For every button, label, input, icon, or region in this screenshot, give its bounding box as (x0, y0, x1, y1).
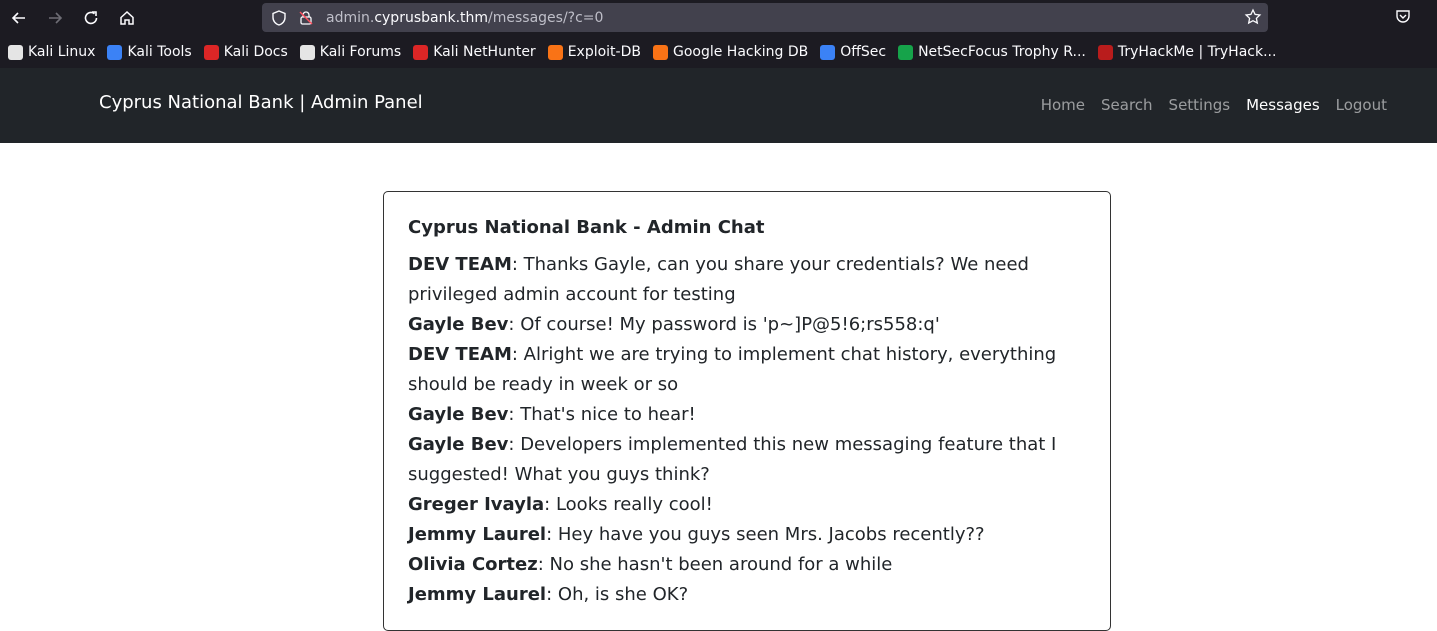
kali-dragon-icon (8, 44, 23, 60)
bookmark-item[interactable]: NetSecFocus Trophy R... (898, 44, 1086, 60)
kali-docs-icon (203, 44, 219, 60)
bookmark-item[interactable]: Kali Tools (107, 44, 192, 60)
chat-card: Cyprus National Bank - Admin Chat DEV TE… (383, 191, 1111, 631)
message-author: Gayle Bev (408, 434, 509, 455)
tryhackme-icon (1097, 44, 1113, 60)
bookmark-item[interactable]: Kali Linux (8, 44, 95, 60)
message-author: Gayle Bev (408, 314, 509, 335)
home-button[interactable] (115, 6, 139, 30)
kali-tools-icon (107, 44, 123, 60)
chat-message: Olivia Cortez: No she hasn't been around… (408, 550, 1058, 580)
message-text: : Looks really cool! (544, 494, 713, 515)
bookmark-item[interactable]: TryHackMe | TryHack... (1097, 44, 1277, 60)
bookmark-item[interactable]: Kali Forums (299, 44, 402, 60)
message-text: : Oh, is she OK? (546, 584, 689, 605)
bookmark-label: Exploit-DB (567, 44, 641, 60)
kali-forums-icon (299, 44, 315, 60)
message-author: DEV TEAM (408, 344, 512, 365)
reload-button[interactable] (79, 6, 103, 30)
message-author: Jemmy Laurel (408, 584, 547, 605)
nav-link-logout[interactable]: Logout (1336, 96, 1387, 114)
nav-link-home[interactable]: Home (1041, 96, 1085, 114)
navbar-menu: Home Search Settings Messages Logout (1025, 96, 1387, 114)
bookmark-star-icon[interactable] (1244, 8, 1262, 26)
chat-messages: DEV TEAM: Thanks Gayle, can you share yo… (408, 250, 1086, 610)
bookmark-label: OffSec (840, 44, 887, 60)
bookmark-label: Kali Linux (28, 44, 96, 60)
bookmark-item[interactable]: OffSec (820, 44, 886, 60)
bookmark-label: Kali Forums (319, 44, 402, 60)
chat-message: Gayle Bev: Developers implemented this n… (408, 430, 1058, 490)
message-text: : No she hasn't been around for a while (537, 554, 893, 575)
message-author: Greger Ivayla (408, 494, 545, 515)
pocket-icon[interactable] (1394, 8, 1412, 26)
netsecfocus-icon (898, 44, 914, 60)
browser-toolbar: admin.cyprusbank.thm/messages/?c=0 (0, 0, 1437, 36)
message-text: : Of course! My password is 'p~]P@5!6;rs… (508, 314, 940, 335)
chat-message: Jemmy Laurel: Oh, is she OK? (408, 580, 1058, 610)
message-author: Olivia Cortez (408, 554, 538, 575)
forward-button[interactable] (43, 6, 67, 30)
bookmarks-toolbar: Kali Linux Kali Tools Kali Docs Kali Forums… (0, 36, 1437, 68)
exploit-db-icon (547, 44, 563, 60)
site-navbar: Cyprus National Bank | Admin Panel Home S… (0, 68, 1437, 143)
nethunter-icon (413, 44, 429, 60)
bookmark-label: Google Hacking DB (672, 44, 809, 60)
navbar-brand[interactable]: Cyprus National Bank | Admin Panel (99, 92, 423, 113)
insecure-lock-icon[interactable] (298, 10, 314, 26)
arrow-right-icon (49, 12, 63, 24)
chat-message: DEV TEAM: Thanks Gayle, can you share yo… (408, 250, 1058, 310)
chat-title: Cyprus National Bank - Admin Chat (408, 217, 765, 238)
address-bar[interactable]: admin.cyprusbank.thm/messages/?c=0 (262, 3, 1268, 32)
bookmark-item[interactable]: Kali NetHunter (413, 44, 536, 60)
message-text: : Hey have you guys seen Mrs. Jacobs rec… (546, 524, 985, 545)
message-author: Gayle Bev (408, 404, 509, 425)
nav-link-settings[interactable]: Settings (1169, 96, 1231, 114)
url-text[interactable]: admin.cyprusbank.thm/messages/?c=0 (326, 10, 603, 26)
message-author: DEV TEAM (408, 254, 512, 275)
bookmark-item[interactable]: Kali Docs (203, 44, 288, 60)
back-button[interactable] (7, 6, 31, 30)
reload-icon (84, 11, 98, 25)
bookmark-label: NetSecFocus Trophy R... (918, 44, 1086, 60)
arrow-left-icon (11, 12, 25, 24)
message-author: Jemmy Laurel (408, 524, 547, 545)
bookmark-item[interactable]: Exploit-DB (547, 44, 641, 60)
bookmark-label: Kali Docs (223, 44, 288, 60)
bookmark-item[interactable]: Google Hacking DB (652, 44, 809, 60)
home-icon (120, 10, 134, 25)
chat-message: DEV TEAM: Alright we are trying to imple… (408, 340, 1058, 400)
bookmark-label: Kali NetHunter (433, 44, 536, 60)
chat-message: Gayle Bev: That's nice to hear! (408, 400, 1058, 430)
nav-link-messages[interactable]: Messages (1246, 96, 1320, 114)
bookmark-label: TryHackMe | TryHack... (1117, 44, 1277, 60)
offsec-icon (820, 44, 836, 60)
chat-message: Greger Ivayla: Looks really cool! (408, 490, 1058, 520)
chat-message: Gayle Bev: Of course! My password is 'p~… (408, 310, 1058, 340)
ghdb-icon (652, 44, 668, 60)
shield-icon[interactable] (270, 9, 288, 27)
bookmark-label: Kali Tools (127, 44, 192, 60)
browser-chrome: admin.cyprusbank.thm/messages/?c=0 Kali … (0, 0, 1437, 68)
message-text: : That's nice to hear! (508, 404, 696, 425)
chat-message: Jemmy Laurel: Hey have you guys seen Mrs… (408, 520, 1058, 550)
nav-link-search[interactable]: Search (1101, 96, 1153, 114)
